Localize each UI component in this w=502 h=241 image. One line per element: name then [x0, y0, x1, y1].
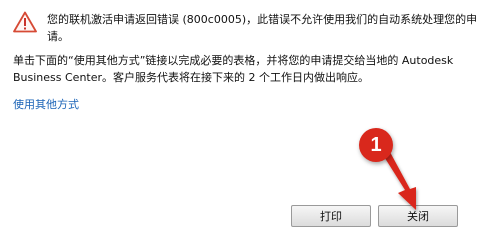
- print-button[interactable]: 打印: [291, 205, 371, 227]
- instruction-text: 单击下面的“使用其他方式”链接以完成必要的表格，并将您的申请提交给当地的 Aut…: [13, 54, 454, 84]
- error-message: 您的联机激活申请返回错误 (800c0005)，此错误不允许使用我们的自动系统处…: [47, 13, 478, 43]
- use-other-method-link[interactable]: 使用其他方式: [13, 96, 79, 112]
- close-button[interactable]: 关闭: [378, 205, 458, 227]
- warning-icon: [13, 11, 37, 33]
- step-number-badge: 1: [359, 128, 393, 162]
